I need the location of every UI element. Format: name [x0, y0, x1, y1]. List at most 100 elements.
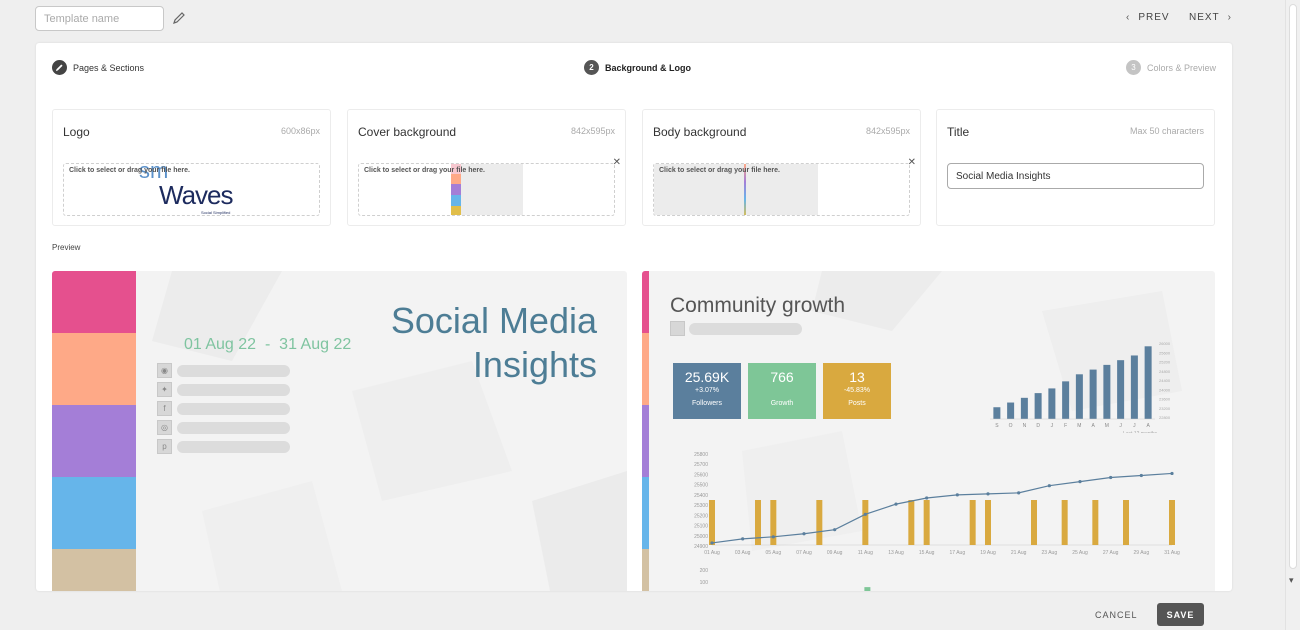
facebook-icon: f — [157, 401, 172, 416]
post-bar — [1031, 500, 1037, 545]
step-colors-preview[interactable]: 3 Colors & Preview — [1126, 60, 1216, 75]
step-pages-sections[interactable]: Pages & Sections — [52, 60, 144, 75]
x-tick-label: S — [995, 423, 999, 429]
panel-title: Logo — [63, 125, 90, 139]
post-bar — [816, 500, 823, 545]
body-stripe-purple — [642, 405, 649, 477]
post-bar — [1123, 500, 1129, 545]
cancel-button[interactable]: CANCEL — [1095, 610, 1138, 620]
title-panel: Title Max 50 characters — [936, 109, 1215, 226]
save-button[interactable]: SAVE — [1157, 603, 1204, 626]
chart-bar — [1034, 393, 1042, 419]
x-tick-label: 15 Aug — [919, 550, 935, 556]
post-bar — [862, 500, 869, 545]
template-name-input[interactable] — [35, 6, 164, 31]
step-label: Colors & Preview — [1147, 62, 1217, 73]
cover-dropzone[interactable]: Click to select or drag your file here. — [358, 163, 615, 216]
cover-stripe-peach — [52, 333, 136, 405]
line-point — [925, 496, 929, 500]
y-tick-label: 24400 — [1159, 378, 1171, 383]
chart-bar — [1075, 374, 1083, 419]
page-scrollbar[interactable]: ▾ — [1285, 0, 1300, 630]
y-tick-label: 25800 — [694, 452, 708, 458]
x-tick-label: 13 Aug — [888, 550, 904, 556]
post-bar — [1169, 500, 1175, 545]
x-tick-label: F — [1064, 423, 1067, 429]
x-tick-label: 29 Aug — [1134, 550, 1150, 556]
scroll-down-icon[interactable]: ▾ — [1289, 575, 1294, 586]
line-point — [710, 541, 714, 545]
chart-bar — [1089, 369, 1097, 419]
y-tick-label: 25400 — [694, 493, 708, 499]
x-tick-label: J — [1133, 423, 1136, 429]
dropzone-text: Click to select or drag your file here. — [364, 167, 485, 174]
title-input[interactable] — [947, 163, 1204, 189]
y-tick-label: 25100 — [694, 524, 708, 530]
x-tick-label: M — [1105, 423, 1109, 429]
cover-date-range: 01 Aug 22 - 31 Aug 22 — [184, 336, 352, 353]
cover-stripe-blue — [52, 477, 136, 549]
x-tick-label: 21 Aug — [1011, 550, 1027, 556]
cover-preview: Social Media Insights 01 Aug 22 - 31 Aug… — [52, 271, 627, 591]
line-point — [833, 528, 837, 532]
y-tick-label: 25200 — [694, 513, 708, 519]
x-tick-label: 03 Aug — [735, 550, 751, 556]
cover-title: Social Media Insights — [390, 300, 597, 385]
kpi-posts: 13 -45.83% Posts — [823, 363, 891, 419]
subtitle-placeholder — [689, 323, 802, 335]
instagram-icon — [670, 321, 685, 336]
logo-dropzone[interactable]: Click to select or drag your file here. … — [63, 163, 320, 216]
line-point — [863, 512, 867, 516]
line-point — [771, 535, 775, 539]
step-label: Background & Logo — [605, 62, 691, 73]
line-point — [955, 493, 959, 497]
panel-hint: 842x595px — [570, 126, 615, 136]
dropzone-text: Click to select or drag your file here. — [659, 167, 780, 174]
social-row: ✦ — [157, 382, 290, 397]
social-row: ◎ — [157, 420, 290, 435]
line-point — [1017, 491, 1021, 495]
y-tick-label: 25500 — [694, 483, 708, 489]
body-stripe-pink — [642, 271, 649, 333]
line-point — [1139, 473, 1143, 478]
dropzone-text: Click to select or drag your file here. — [69, 167, 190, 174]
y-tick-label: 100 — [700, 580, 709, 586]
prev-button[interactable]: ‹ PREV — [1126, 12, 1170, 23]
x-tick-label: J — [1119, 423, 1122, 429]
y-tick-label: 23600 — [1159, 397, 1171, 402]
x-tick-label: 11 Aug — [858, 550, 873, 556]
x-tick-label: M — [1077, 423, 1081, 429]
logo-panel: Logo 600x86px Click to select or drag yo… — [52, 109, 331, 226]
x-tick-label: 19 Aug — [980, 550, 996, 556]
step-label: Pages & Sections — [73, 62, 145, 73]
twitter-icon: ✦ — [157, 382, 172, 397]
body-stripe-blue — [642, 477, 649, 549]
chevron-right-icon: › — [1227, 12, 1233, 23]
chart-bar — [1062, 381, 1070, 419]
x-tick-label: A — [1146, 423, 1150, 429]
step-number: 3 — [1126, 60, 1141, 75]
cover-stripe-pink — [52, 271, 136, 333]
panel-title: Title — [947, 125, 970, 139]
y-tick-label: 26000 — [1159, 341, 1171, 346]
next-button[interactable]: NEXT › — [1189, 12, 1232, 23]
step-background-logo[interactable]: 2 Background & Logo — [584, 60, 691, 75]
wizard-card: Pages & Sections 2 Background & Logo 3 C… — [36, 43, 1232, 591]
line-point — [741, 537, 745, 541]
line-point — [802, 532, 806, 536]
x-tick-label: D — [1036, 423, 1040, 429]
body-title: Community growth — [670, 294, 846, 317]
line-point — [894, 502, 898, 506]
cover-background-panel: Cover background 842x595px ✕ Click to se… — [347, 109, 626, 226]
social-row: ◉ — [157, 363, 290, 378]
post-bar — [923, 500, 930, 545]
pinterest-icon: p — [157, 439, 172, 454]
post-bar — [709, 500, 715, 545]
scrollbar-thumb[interactable] — [1289, 4, 1297, 569]
y-tick-label: 25600 — [1159, 350, 1171, 355]
chart-bar — [1130, 355, 1138, 419]
edit-pencil-icon[interactable] — [172, 11, 186, 25]
chevron-left-icon: ‹ — [1126, 12, 1131, 23]
x-tick-label: O — [1009, 423, 1013, 429]
body-dropzone[interactable]: Click to select or drag your file here. — [653, 163, 910, 216]
